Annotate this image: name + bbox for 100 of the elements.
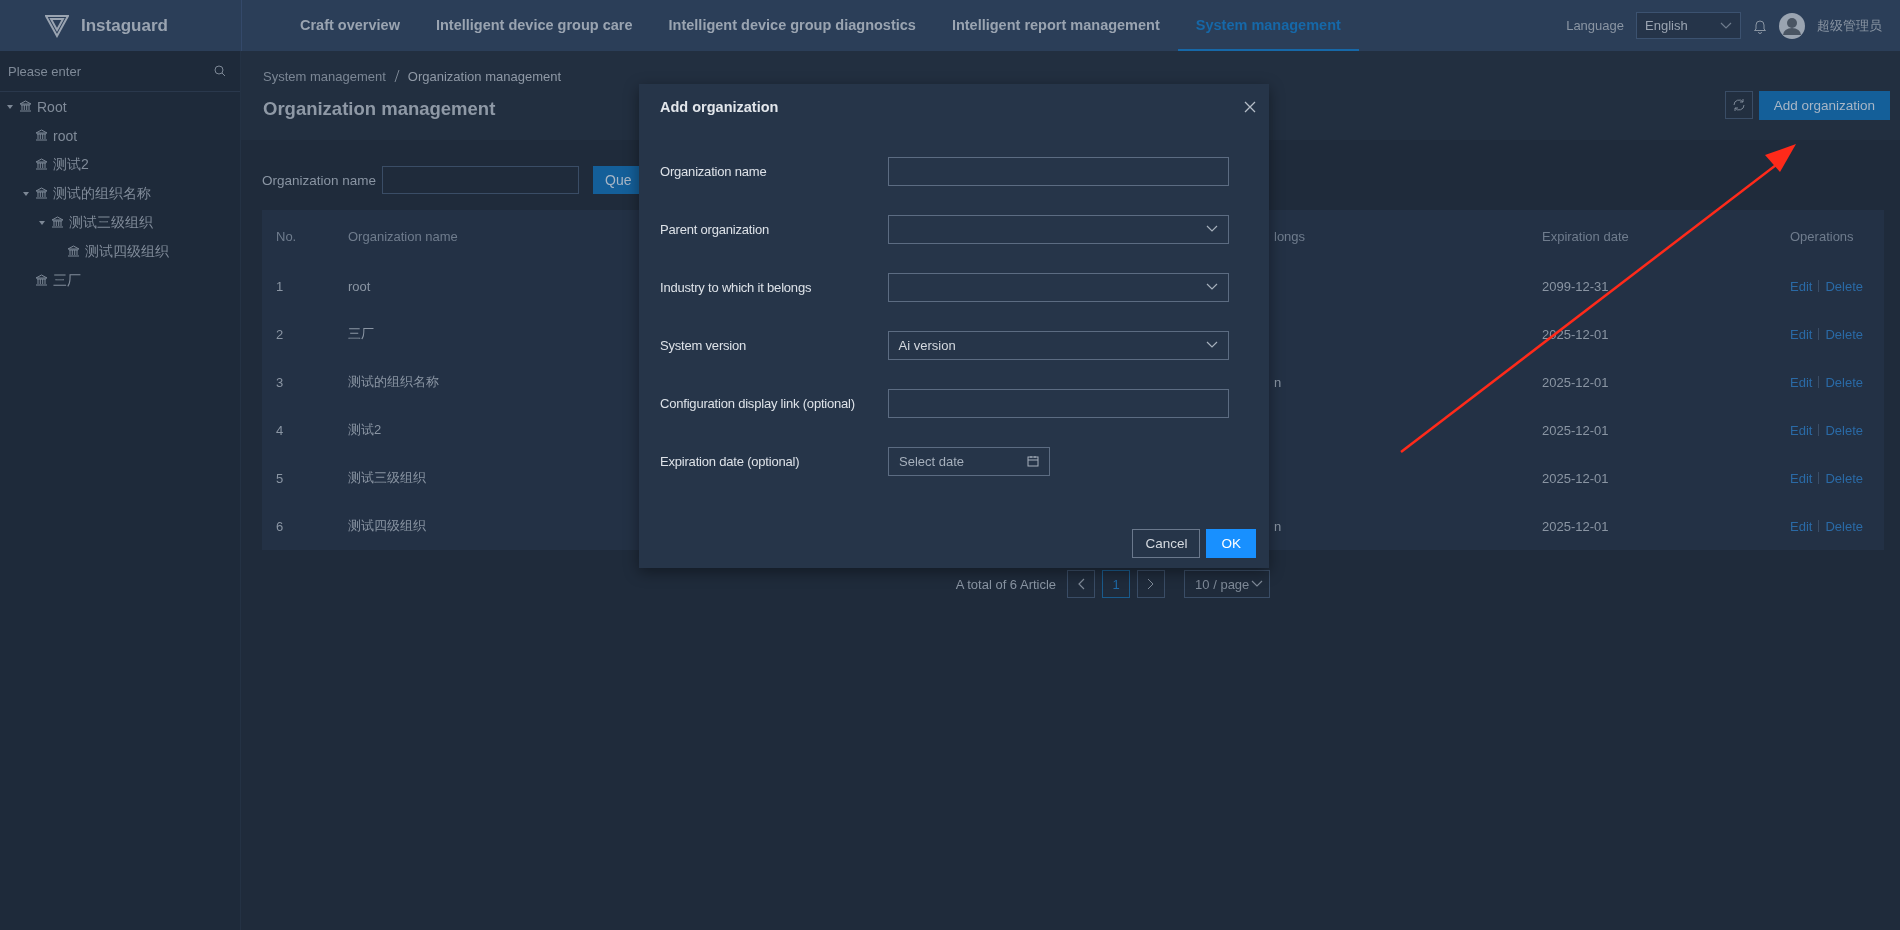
avatar-icon[interactable]: [1779, 12, 1805, 39]
table-cell: 测试2: [348, 421, 382, 439]
table-cell: n: [1274, 374, 1282, 390]
field-label: System version: [660, 337, 748, 353]
delete-link[interactable]: Delete: [1825, 470, 1863, 486]
chevron-down-icon: [1206, 225, 1218, 233]
table-cell: root: [348, 278, 371, 294]
column-header: Expiration date: [1542, 228, 1629, 244]
language-label: Language: [1566, 18, 1624, 33]
cancel-button[interactable]: Cancel: [1132, 529, 1201, 558]
next-page-button[interactable]: [1137, 570, 1166, 598]
search-icon: [214, 65, 226, 77]
chevron-right-icon: [1147, 578, 1156, 590]
select-field[interactable]: Ai version: [887, 330, 1229, 360]
caret-icon[interactable]: [22, 189, 30, 198]
page-title: Organization management: [263, 98, 497, 120]
ok-button[interactable]: OK: [1206, 529, 1256, 558]
field-label: Industry to which it belongs: [660, 279, 813, 295]
nav-tab[interactable]: Intelligent report management: [933, 0, 1178, 51]
app-logo: Instaguard: [81, 15, 168, 36]
organization-name-field[interactable]: [382, 166, 580, 194]
previous-page-button[interactable]: [1067, 570, 1096, 598]
breadcrumb-item: Organization management: [407, 69, 562, 84]
bank-icon: [51, 216, 64, 229]
breadcrumb-item[interactable]: System management: [263, 69, 386, 84]
table-cell: 4: [276, 422, 284, 438]
calendar-icon: [1027, 455, 1039, 467]
edit-link[interactable]: Edit: [1790, 422, 1813, 438]
total-count: A total of 6 Article: [955, 576, 1057, 592]
nav-tab[interactable]: Craft overview: [282, 0, 418, 51]
table-cell: 2099-12-31: [1542, 278, 1609, 294]
delete-link[interactable]: Delete: [1825, 326, 1863, 342]
delete-link[interactable]: Delete: [1825, 374, 1863, 390]
tree-item[interactable]: 三厂: [53, 271, 81, 290]
bank-icon: [35, 129, 48, 142]
column-header: longs: [1274, 228, 1306, 244]
bank-icon: [67, 245, 80, 258]
tree-item[interactable]: 测试2: [53, 155, 89, 174]
caret-icon[interactable]: [38, 218, 46, 227]
select-field[interactable]: [887, 272, 1229, 302]
table-cell: 2: [276, 326, 284, 342]
tree-item[interactable]: Root: [37, 98, 67, 115]
edit-link[interactable]: Edit: [1790, 470, 1813, 486]
nav-tab[interactable]: Intelligent device group diagnostics: [650, 0, 934, 51]
slash-icon: [393, 69, 400, 83]
chevron-down-icon: [1206, 341, 1218, 349]
field-label: Configuration display link (optional): [660, 395, 856, 411]
tree-search-field[interactable]: Please enter: [0, 51, 240, 92]
table-cell: 三厂: [348, 325, 374, 343]
table-cell: 测试的组织名称: [348, 373, 439, 391]
delete-link[interactable]: Delete: [1825, 422, 1863, 438]
add-organization-button[interactable]: Add organization: [1758, 91, 1890, 120]
page-size-select[interactable]: 10 / page: [1184, 570, 1271, 598]
input-field[interactable]: [887, 388, 1229, 418]
delete-link[interactable]: Delete: [1825, 278, 1863, 294]
column-header: Organization name: [348, 228, 458, 244]
edit-link[interactable]: Edit: [1790, 278, 1813, 294]
caret-icon[interactable]: [6, 102, 14, 111]
input-field[interactable]: [887, 156, 1229, 186]
page-button[interactable]: 1: [1102, 570, 1131, 598]
table-cell: 测试三级组织: [348, 469, 426, 487]
tree-item[interactable]: 测试四级组织: [85, 242, 169, 261]
bank-icon: [35, 187, 48, 200]
table-cell: 2025-12-01: [1542, 470, 1609, 486]
dialog-title: Add organization: [660, 99, 779, 115]
table-cell: 测试四级组织: [348, 517, 426, 535]
chevron-down-icon: [1251, 580, 1264, 588]
refresh-button[interactable]: [1724, 91, 1753, 119]
chevron-left-icon: [1077, 578, 1086, 590]
language-select[interactable]: English: [1636, 12, 1741, 39]
edit-link[interactable]: Edit: [1790, 518, 1813, 534]
bank-icon: [35, 158, 48, 171]
chevron-down-icon: [1720, 21, 1732, 30]
date-field[interactable]: Select date: [888, 446, 1050, 476]
logo-icon: [45, 13, 69, 38]
bank-icon: [19, 100, 32, 113]
user-name[interactable]: 超级管理员: [1817, 16, 1882, 35]
bell-icon[interactable]: [1753, 17, 1767, 34]
refresh-icon: [1731, 98, 1746, 112]
table-cell: 5: [276, 470, 284, 486]
chevron-down-icon: [1206, 283, 1218, 291]
field-label: Expiration date (optional): [660, 453, 801, 469]
close-icon[interactable]: [1244, 101, 1256, 113]
edit-link[interactable]: Edit: [1790, 374, 1813, 390]
tree-item[interactable]: 测试的组织名称: [53, 184, 151, 203]
nav-tab[interactable]: Intelligent device group care: [417, 0, 651, 51]
delete-link[interactable]: Delete: [1825, 518, 1863, 534]
table-cell: 3: [276, 374, 284, 390]
select-field[interactable]: [887, 214, 1229, 244]
table-cell: 2025-12-01: [1542, 422, 1609, 438]
filter-label: Organization name: [262, 172, 377, 188]
table-cell: 6: [276, 518, 284, 534]
table-cell: 1: [276, 278, 284, 294]
table-cell: 2025-12-01: [1542, 374, 1609, 390]
tree-item[interactable]: 测试三级组织: [69, 213, 153, 232]
field-label: Parent organization: [660, 221, 770, 237]
column-header: No.: [276, 228, 297, 244]
tree-item[interactable]: root: [53, 127, 78, 144]
field-label: Organization name: [660, 163, 768, 179]
edit-link[interactable]: Edit: [1790, 326, 1813, 342]
